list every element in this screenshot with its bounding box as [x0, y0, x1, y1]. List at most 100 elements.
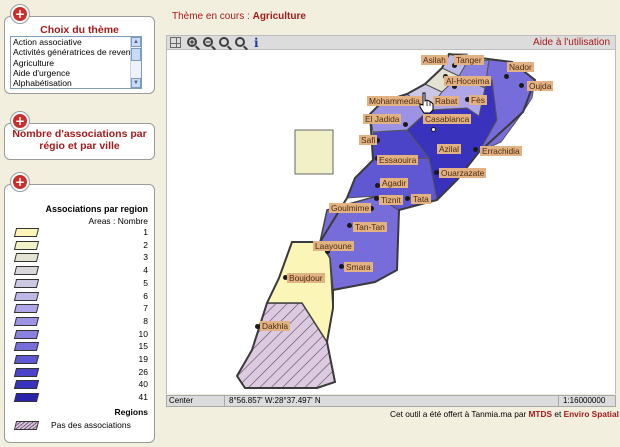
city-dot-el-jadida[interactable]: [403, 122, 408, 127]
credit-and: et: [552, 409, 564, 419]
city-label: Nador: [507, 62, 534, 72]
legend-title: Associations par region: [45, 204, 148, 214]
mtds-link[interactable]: MTDS: [529, 409, 553, 419]
enviro-spatial-link[interactable]: Enviro Spatial: [564, 409, 619, 419]
city-label: Ouarzazate: [439, 168, 487, 178]
credit-prefix: Cet outil a été offert à Tanmia.ma par: [390, 409, 529, 419]
legend-swatch: [13, 291, 40, 301]
city-label: Tan-Tan: [353, 222, 387, 232]
theme-listbox[interactable]: Action associative Activités génératrice…: [10, 36, 142, 89]
legend-swatch: [13, 304, 40, 314]
legend-swatch: [13, 393, 40, 403]
status-coordinates: 8°56.857' W:28°37.497' N: [227, 396, 559, 406]
legend-value: 2: [143, 239, 148, 250]
legend-panel: Associations par region Areas : Nombre 1…: [4, 172, 155, 443]
city-label: Tanger: [454, 55, 484, 65]
city-label: Dakhla: [260, 321, 291, 331]
legend-hatch-swatch: [13, 421, 40, 430]
city-dot-nador[interactable]: [504, 74, 509, 79]
city-dot-errachidia[interactable]: [473, 147, 478, 152]
inset-box: [294, 129, 334, 175]
city-dot-tan-tan[interactable]: [347, 223, 352, 228]
legend-swatch: [13, 253, 40, 263]
legend-swatch: [13, 355, 40, 364]
city-label: Tiznit: [379, 195, 403, 205]
legend-swatch: [13, 266, 40, 276]
legend-value: 4: [143, 265, 148, 276]
legend-value: 7: [143, 303, 148, 314]
city-label: Mohammedia: [367, 96, 422, 106]
legend-swatch: [13, 380, 40, 390]
current-theme: Thème en cours : Agriculture: [172, 11, 306, 22]
help-link[interactable]: Aide à l'utilisation: [533, 37, 610, 48]
scroll-down-icon[interactable]: ▼: [131, 78, 141, 88]
legend-no-association-label: Pas des associations: [51, 420, 131, 430]
city-label: Oujda: [527, 81, 554, 91]
city-label: Rabat: [433, 96, 460, 106]
map-canvas[interactable]: Asilah Tanger Al-Hoceima Nador Oujda Fès…: [166, 50, 616, 394]
city-dot-oujda[interactable]: [519, 83, 524, 88]
info-icon[interactable]: i: [254, 37, 267, 49]
status-scale: 1:16000000: [563, 396, 606, 405]
city-label: Azilal: [437, 144, 462, 154]
legend-value: 10: [138, 328, 148, 339]
map-toolbar: + − i Aide à l'utilisation: [166, 35, 616, 50]
city-label: Agadir: [380, 178, 409, 188]
theme-option[interactable]: Alphabétisation: [11, 78, 141, 88]
legend-swatch: [13, 367, 40, 377]
status-mode: Center: [167, 396, 225, 406]
legend-value: 6: [143, 290, 148, 301]
legend-swatch: [13, 316, 40, 326]
theme-option[interactable]: Activités génératrices de revenus: [11, 47, 141, 57]
legend-value: 1: [143, 227, 148, 237]
city-label: Casablanca: [423, 114, 472, 124]
city-dot-tata[interactable]: [405, 196, 410, 201]
legend-swatch: [13, 240, 40, 250]
legend-value: 19: [138, 354, 148, 364]
zoom-out-icon[interactable]: −: [203, 37, 213, 47]
city-label: Laayoune: [313, 241, 354, 251]
theme-option[interactable]: Aide d'urgence: [11, 68, 141, 78]
city-label: Goulmime: [329, 203, 372, 213]
pan-icon[interactable]: [235, 37, 245, 47]
legend-swatch: [13, 342, 40, 352]
expand-plus-icon[interactable]: [10, 172, 30, 192]
associations-panel: Nombre d'associations par régio et par v…: [4, 111, 155, 160]
city-label: Essaouira: [377, 155, 419, 165]
zoom-in-icon[interactable]: +: [187, 37, 197, 47]
city-label: El Jadida: [363, 114, 402, 124]
zoom-box-icon[interactable]: [219, 37, 229, 47]
city-label: Safi: [359, 135, 378, 145]
current-theme-prefix: Thème en cours :: [172, 11, 253, 22]
theme-option[interactable]: Action associative: [11, 37, 141, 47]
legend-value: 15: [138, 341, 148, 352]
legend-regions-title: Regions: [114, 407, 148, 417]
city-dot-azilal[interactable]: [431, 127, 436, 132]
expand-plus-icon[interactable]: [10, 4, 30, 24]
city-label: Boujdour: [287, 273, 325, 283]
expand-plus-icon[interactable]: [10, 111, 30, 131]
current-theme-value: Agriculture: [252, 11, 306, 22]
legend-value: 5: [143, 277, 148, 288]
city-label: Errachidia: [480, 146, 522, 156]
full-extent-icon[interactable]: [170, 37, 181, 48]
legend-subtitle: Areas : Nombre: [88, 216, 148, 226]
theme-panel-title: Choix du thème: [40, 24, 119, 36]
associations-panel-title[interactable]: Nombre d'associations par régio et par v…: [5, 128, 154, 152]
theme-option[interactable]: Agriculture: [11, 58, 141, 68]
status-bar: Center 8°56.857' W:28°37.497' N 1:160000…: [166, 395, 616, 407]
legend-swatch: [13, 329, 40, 339]
city-label: Tata: [411, 194, 431, 204]
legend-value: 26: [138, 366, 148, 377]
scroll-thumb[interactable]: [131, 48, 141, 61]
theme-panel: Choix du thème Action associative Activi…: [4, 4, 155, 94]
legend-swatch: [13, 278, 40, 288]
credit-text: Cet outil a été offert à Tanmia.ma par M…: [390, 409, 619, 419]
legend-value: 3: [143, 252, 148, 263]
legend-value: 40: [138, 379, 148, 390]
legend-value: 41: [138, 392, 148, 403]
scroll-up-icon[interactable]: ▲: [131, 37, 141, 47]
legend-swatch: [13, 228, 40, 237]
legend-value: 8: [143, 315, 148, 326]
listbox-scrollbar[interactable]: ▲ ▼: [130, 37, 141, 88]
